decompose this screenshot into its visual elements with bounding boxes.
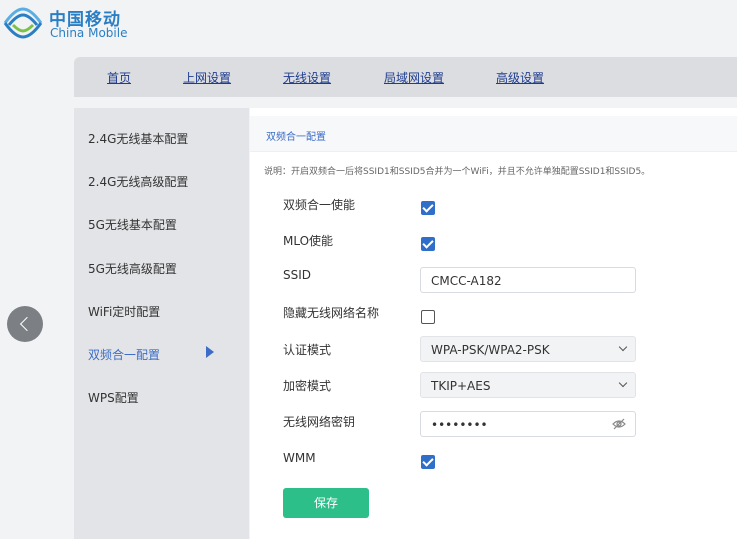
wifi-password-label: 无线网络密钥 xyxy=(283,415,356,429)
china-mobile-logo-icon xyxy=(3,7,43,39)
wifi-password-value: •••••••• xyxy=(431,418,488,432)
auth-mode-value: WPA-PSK/WPA2-PSK xyxy=(431,343,550,357)
encryption-mode-value: TKIP+AES xyxy=(431,379,491,393)
sidebar-item-wifi-schedule[interactable]: WiFi定时配置 xyxy=(88,303,160,320)
brand-name-en: China Mobile xyxy=(50,26,128,40)
tab-lan-settings[interactable]: 局域网设置 xyxy=(384,69,444,86)
sidebar: 2.4G无线基本配置 2.4G无线高级配置 5G无线基本配置 5G无线高级配置 … xyxy=(74,108,249,539)
eye-off-icon[interactable] xyxy=(612,418,626,430)
encryption-mode-select[interactable]: TKIP+AES xyxy=(420,372,636,398)
china-mobile-logo: 中国移动 China Mobile xyxy=(3,3,143,43)
ssid-input[interactable]: CMCC-A182 xyxy=(420,267,636,293)
chevron-left-icon[interactable] xyxy=(7,306,43,342)
top-nav: 首页 上网设置 无线设置 局域网设置 高级设置 xyxy=(74,57,737,97)
hide-ssid-checkbox[interactable] xyxy=(421,310,435,324)
section-header: 双频合一配置 xyxy=(250,116,737,152)
dual-band-checkbox[interactable] xyxy=(421,201,435,215)
sidebar-item-wps[interactable]: WPS配置 xyxy=(88,389,139,406)
wifi-password-input[interactable]: •••••••• xyxy=(420,411,636,437)
encryption-mode-label: 加密模式 xyxy=(283,379,332,393)
section-note: 说明：开启双频合一后将SSID1和SSID5合并为一个WiFi，并且不允许单独配… xyxy=(264,167,651,177)
save-button[interactable]: 保存 xyxy=(283,488,369,518)
auth-mode-label: 认证模式 xyxy=(283,343,332,357)
section-title: 双频合一配置 xyxy=(266,132,326,143)
chevron-down-icon xyxy=(618,378,628,388)
ssid-label: SSID xyxy=(283,268,312,282)
sidebar-item-24g-basic[interactable]: 2.4G无线基本配置 xyxy=(88,130,188,147)
mlo-label: MLO使能 xyxy=(283,234,334,248)
tab-internet-settings[interactable]: 上网设置 xyxy=(183,69,231,86)
tab-home[interactable]: 首页 xyxy=(107,69,131,86)
main-panel: 双频合一配置 说明：开启双频合一后将SSID1和SSID5合并为一个WiFi，并… xyxy=(250,108,737,539)
hide-ssid-label: 隐藏无线网络名称 xyxy=(283,306,380,320)
wmm-checkbox[interactable] xyxy=(421,455,435,469)
chevron-down-icon xyxy=(618,342,628,352)
mlo-checkbox[interactable] xyxy=(421,237,435,251)
tab-advanced-settings[interactable]: 高级设置 xyxy=(496,69,544,86)
auth-mode-select[interactable]: WPA-PSK/WPA2-PSK xyxy=(420,336,636,362)
sidebar-item-5g-advanced[interactable]: 5G无线高级配置 xyxy=(88,260,177,277)
dual-band-label: 双频合一使能 xyxy=(283,198,356,212)
sidebar-item-dual-band[interactable]: 双频合一配置 xyxy=(88,346,160,363)
wmm-label: WMM xyxy=(283,451,316,465)
sidebar-item-5g-basic[interactable]: 5G无线基本配置 xyxy=(88,216,177,233)
sidebar-item-24g-advanced[interactable]: 2.4G无线高级配置 xyxy=(88,173,188,190)
tab-wireless-settings[interactable]: 无线设置 xyxy=(283,69,331,86)
caret-right-icon xyxy=(206,346,214,358)
